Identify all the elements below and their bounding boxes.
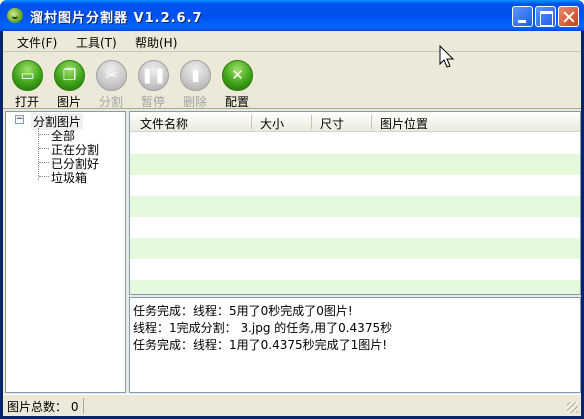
menu-tools[interactable]: 工具(T) [76, 34, 117, 51]
log-line: 任务完成：线程：5用了0秒完成了0图片! [133, 304, 353, 318]
menu-bar: 文件(F) 工具(T) 帮助(H) [3, 31, 581, 52]
status-bar: 图片总数： 0 [3, 394, 581, 416]
column-size[interactable]: 大小 [260, 115, 284, 132]
minimize-button[interactable] [512, 6, 533, 27]
resize-grip-icon[interactable] [567, 402, 578, 413]
column-file-name[interactable]: 文件名称 [140, 115, 188, 132]
log-output[interactable]: 任务完成：线程：5用了0秒完成了0图片! 线程：1完成分割： 3.jpg 的任务… [129, 297, 581, 393]
menu-help[interactable]: 帮助(H) [135, 34, 177, 51]
column-dimensions[interactable]: 尺寸 [320, 115, 344, 132]
config-button[interactable]: ✕ 配置 [217, 57, 257, 109]
list-row [130, 154, 580, 175]
app-window: 溜村图片分割器 V1.2.6.7 文件(F) 工具(T) 帮助(H) ▭ 打开 … [0, 0, 584, 419]
app-logo-icon [7, 8, 23, 23]
split-button[interactable]: ✂ 分割 [91, 57, 131, 109]
toolbar: ▭ 打开 ❐ 图片 ✂ 分割 ❚❚ 暂停 ▮ 删除 ✕ 配置 [3, 53, 581, 109]
window-title: 溜村图片分割器 V1.2.6.7 [30, 11, 203, 26]
image-total-status: 图片总数： 0 [7, 400, 79, 414]
list-row [130, 238, 580, 259]
list-row [130, 133, 580, 154]
image-list[interactable]: 文件名称 大小 尺寸 图片位置 [129, 111, 581, 295]
config-button-label: 配置 [224, 95, 249, 109]
delete-button[interactable]: ▮ 删除 [175, 57, 215, 109]
title-bar[interactable]: 溜村图片分割器 V1.2.6.7 [0, 0, 584, 31]
list-header: 文件名称 大小 尺寸 图片位置 [130, 112, 580, 132]
mouse-cursor-icon [439, 45, 455, 68]
image-button[interactable]: ❐ 图片 [49, 57, 89, 109]
open-button[interactable]: ▭ 打开 [7, 57, 47, 109]
list-row [130, 280, 580, 294]
maximize-button[interactable] [535, 6, 556, 27]
close-button[interactable] [558, 6, 579, 27]
pause-button[interactable]: ❚❚ 暂停 [133, 57, 173, 109]
tree-collapse-icon[interactable]: − [15, 115, 24, 124]
tree-connector [38, 128, 39, 180]
list-row [130, 175, 580, 196]
log-line: 线程：1完成分割： 3.jpg 的任务,用了0.4375秒 [133, 321, 393, 335]
list-row [130, 217, 580, 238]
tree-item-trash[interactable]: 垃圾箱 [51, 169, 87, 186]
list-row [130, 196, 580, 217]
column-image-location[interactable]: 图片位置 [380, 115, 428, 132]
category-tree[interactable]: − 分割图片 全部 正在分割 已分割好 垃圾箱 [5, 111, 126, 393]
client-area: 文件(F) 工具(T) 帮助(H) ▭ 打开 ❐ 图片 ✂ 分割 ❚❚ 暂停 ▮… [3, 31, 581, 416]
log-line: 任务完成：线程：1用了0.4375秒完成了1图片! [133, 338, 388, 352]
menu-file[interactable]: 文件(F) [17, 34, 57, 51]
list-row [130, 259, 580, 280]
